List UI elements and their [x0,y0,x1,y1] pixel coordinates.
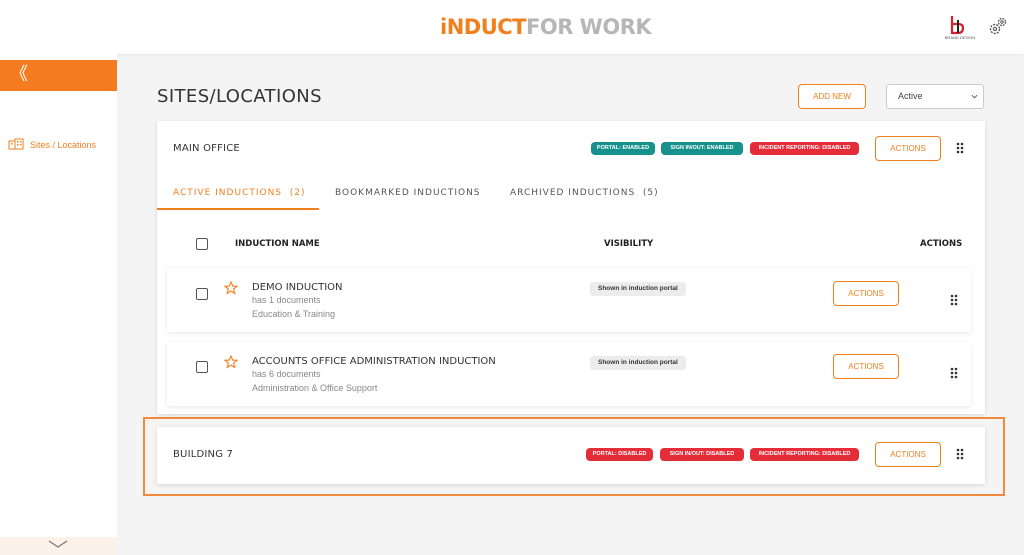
tab-active-inductions[interactable]: ACTIVE INDUCTIONS (2) [173,188,306,198]
bookmark-star-icon[interactable] [224,281,238,295]
induction-actions-button[interactable]: ACTIONS [833,354,899,379]
induction-document-count: has 1 documents [252,295,321,305]
tab-label: ACTIVE INDUCTIONS [173,188,283,198]
sidebar-item-sites-locations[interactable]: Sites / Locations [8,138,96,152]
tab-archived-inductions[interactable]: ARCHIVED INDUCTIONS (5) [510,188,659,198]
settings-gear-icon[interactable] [987,15,1009,37]
incident-reporting-status-badge: INCIDENT REPORTING: DISABLED [750,142,859,155]
visibility-badge: Shown in induction portal [590,282,686,296]
column-header-actions: ACTIONS [920,239,963,249]
tab-count: (2) [289,188,306,198]
sidebar: 《 Sites / Locations [0,54,117,555]
induction-category: Administration & Office Support [252,383,378,393]
drag-handle-icon[interactable] [950,367,958,379]
logo-part-induct: iNDUCT [440,15,527,39]
tab-label: BOOKMARKED INDUCTIONS [335,188,481,198]
portal-status-badge: PORTAL: ENABLED [591,142,655,155]
add-new-button[interactable]: ADD NEW [798,84,866,109]
drag-handle-icon[interactable] [950,294,958,306]
highlight-frame [143,417,1005,496]
induction-name[interactable]: DEMO INDUCTION [252,282,343,293]
select-all-checkbox[interactable] [196,238,208,250]
tab-count: (5) [642,188,659,198]
active-tab-indicator [157,208,319,210]
top-bar: iNDUCTFOR WORK BRAND DESIGN [0,0,1024,54]
row-checkbox[interactable] [196,288,208,300]
row-checkbox[interactable] [196,361,208,373]
sidebar-item-label: Sites / Locations [30,140,97,150]
app-logo[interactable]: iNDUCTFOR WORK [440,15,652,39]
induction-category: Education & Training [252,309,336,319]
logo-part-for-work: FOR WORK [526,15,652,39]
sidebar-collapse-button[interactable]: 《 [0,60,117,91]
double-chevron-left-icon: 《 [10,64,28,84]
site-name: MAIN OFFICE [173,143,240,154]
tab-bookmarked-inductions[interactable]: BOOKMARKED INDUCTIONS [335,188,481,198]
sign-in-out-status-badge: SIGN IN/OUT: ENABLED [661,142,743,155]
status-filter-value: Active [898,91,923,101]
site-card-main-office: MAIN OFFICE PORTAL: ENABLED SIGN IN/OUT:… [157,121,985,414]
column-header-induction-name: INDUCTION NAME [235,239,320,249]
column-header-visibility: VISIBILITY [604,239,654,249]
buildings-icon [8,138,24,152]
visibility-badge: Shown in induction portal [590,356,686,370]
site-actions-button[interactable]: ACTIONS [875,136,941,161]
induction-name[interactable]: ACCOUNTS OFFICE ADMINISTRATION INDUCTION [252,356,496,367]
drag-handle-icon[interactable] [956,142,964,154]
page-title: SITES/LOCATIONS [157,86,322,107]
sidebar-footer[interactable] [0,537,117,555]
bookmark-star-icon[interactable] [224,355,238,369]
induction-row: DEMO INDUCTION has 1 documents Education… [167,268,971,332]
induction-document-count: has 6 documents [252,369,321,379]
induction-row: ACCOUNTS OFFICE ADMINISTRATION INDUCTION… [167,342,971,406]
brand-caption: BRAND DESIGN [944,35,976,40]
tab-label: ARCHIVED INDUCTIONS [510,188,636,198]
chevron-down-icon [48,540,68,548]
induction-actions-button[interactable]: ACTIONS [833,281,899,306]
chevron-down-icon [971,94,978,99]
status-filter-select[interactable]: Active [886,84,984,109]
